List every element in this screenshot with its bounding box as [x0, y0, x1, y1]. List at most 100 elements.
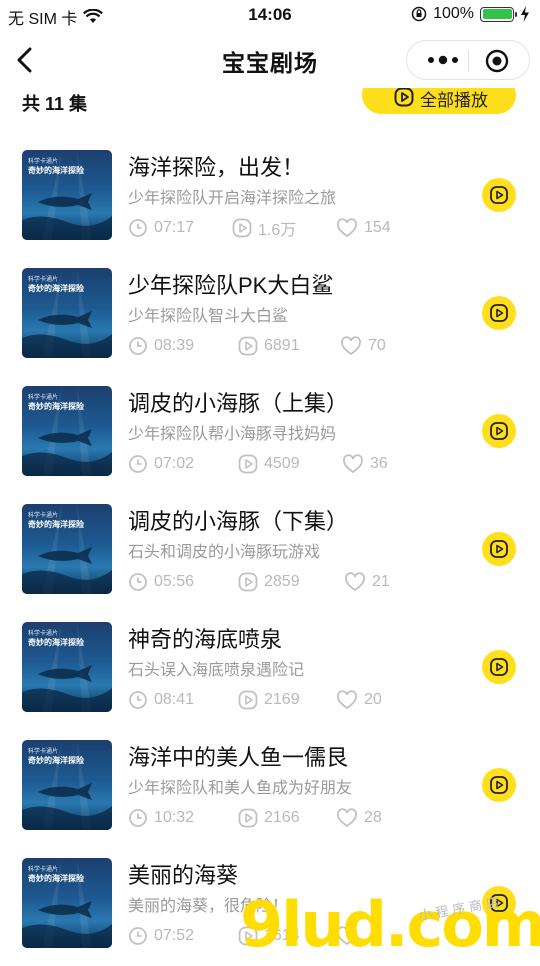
like-count-text: 28: [364, 809, 382, 826]
close-mini-program-icon[interactable]: [481, 49, 513, 73]
cover-subtitle: 科学卡通片: [28, 749, 59, 755]
episode-desc: 少年探险队帮小海豚寻找妈妈: [128, 426, 337, 443]
heart-icon: [337, 926, 357, 946]
play-count-text: 4509: [264, 455, 300, 472]
episode-item[interactable]: 科学卡通片 奇妙的海洋探险 调皮的小海豚（下集） 石头和调皮的小海豚玩游戏 05…: [0, 494, 540, 612]
play-all-button[interactable]: 全部播放: [362, 88, 516, 114]
episode-item[interactable]: 科学卡通片 奇妙的海洋探险 神奇的海底喷泉 石头误入海底喷泉遇险记 08:41 …: [0, 612, 540, 730]
list-header: 共 11 集 全部播放: [0, 88, 540, 116]
play-count: 1.6万: [232, 216, 296, 240]
episode-title: 调皮的小海豚（上集）: [128, 391, 349, 416]
episode-cover: 科学卡通片 奇妙的海洋探险: [22, 622, 112, 712]
cover-title: 奇妙的海洋探险: [28, 284, 84, 293]
like-count[interactable]: 28: [336, 806, 382, 830]
episode-desc: 少年探险队智斗大白鲨: [128, 308, 289, 325]
capsule-divider: [468, 50, 469, 72]
heart-icon: [343, 454, 363, 474]
play-count-text: 6891: [264, 337, 300, 354]
like-count[interactable]: 21: [344, 570, 390, 594]
like-count[interactable]: 36: [342, 452, 388, 476]
like-count[interactable]: 154: [336, 216, 391, 240]
more-icon[interactable]: [423, 49, 463, 71]
play-count-text: 1.6万: [258, 222, 297, 239]
duration: 05:56: [128, 570, 194, 594]
play-button[interactable]: [482, 768, 516, 802]
episode-desc: 石头误入海底喷泉遇险记: [128, 662, 305, 679]
duration-text: 10:32: [154, 809, 195, 826]
episode-item[interactable]: 科学卡通片 奇妙的海洋探险 海洋探险，出发！ 少年探险队开启海洋探险之旅 07:…: [0, 140, 540, 258]
duration-text: 05:56: [154, 573, 195, 590]
clock-icon: [129, 337, 147, 355]
play-count: 4509: [238, 452, 300, 476]
episode-item[interactable]: 科学卡通片 奇妙的海洋探险 海洋中的美人鱼一儒艮 少年探险队和美人鱼成为好朋友 …: [0, 730, 540, 848]
like-count-text: 20: [364, 691, 382, 708]
play-button[interactable]: [482, 414, 516, 448]
clock-icon: [129, 455, 147, 473]
play-all-icon: [394, 88, 414, 107]
duration-text: 08:39: [154, 337, 195, 354]
episode-count: 共 11 集: [22, 94, 88, 114]
cover-title: 奇妙的海洋探险: [28, 638, 84, 647]
clock-icon: [129, 573, 147, 591]
cover-title: 奇妙的海洋探险: [28, 756, 84, 765]
cover-subtitle: 科学卡通片: [28, 631, 59, 637]
episode-cover: 科学卡通片 奇妙的海洋探险: [22, 740, 112, 830]
episode-title: 调皮的小海豚（下集）: [128, 509, 349, 534]
heart-icon: [341, 336, 361, 356]
heart-icon: [337, 690, 357, 710]
episode-title: 神奇的海底喷泉: [128, 627, 283, 652]
episode-desc: 少年探险队开启海洋探险之旅: [128, 190, 337, 207]
play-icon: [490, 422, 508, 440]
like-count-text: 36: [370, 455, 388, 472]
play-count: 2859: [238, 570, 300, 594]
play-button[interactable]: [482, 296, 516, 330]
play-button[interactable]: [482, 650, 516, 684]
play-count-icon: [238, 336, 258, 356]
like-count[interactable]: 70: [340, 334, 386, 358]
cover-title: 奇妙的海洋探险: [28, 874, 84, 883]
episode-cover: 科学卡通片 奇妙的海洋探险: [22, 150, 112, 240]
episode-item[interactable]: 科学卡通片 奇妙的海洋探险 调皮的小海豚（上集） 少年探险队帮小海豚寻找妈妈 0…: [0, 376, 540, 494]
play-count-icon: [238, 572, 258, 592]
duration-text: 07:02: [154, 455, 195, 472]
play-icon: [490, 776, 508, 794]
clock-icon: [129, 691, 147, 709]
clock-icon: [129, 927, 147, 945]
shark-illustration: [38, 665, 92, 682]
play-count-text: 1614: [264, 927, 300, 944]
duration-text: 07:17: [154, 219, 195, 236]
play-count: 2169: [238, 688, 300, 712]
cover-title: 奇妙的海洋探险: [28, 402, 84, 411]
episode-title: 少年探险队PK大白鲨: [128, 273, 334, 298]
play-button[interactable]: [482, 532, 516, 566]
play-count-icon: [238, 926, 258, 946]
episode-desc: 美丽的海葵，很危险！: [128, 898, 289, 915]
play-button[interactable]: [482, 886, 516, 920]
mini-program-capsule: [406, 40, 530, 80]
duration: 08:41: [128, 688, 194, 712]
like-count[interactable]: [336, 924, 364, 948]
episode-item[interactable]: 科学卡通片 奇妙的海洋探险 少年探险队PK大白鲨 少年探险队智斗大白鲨 08:3…: [0, 258, 540, 376]
play-icon: [490, 304, 508, 322]
like-count-text: 154: [364, 219, 391, 236]
clock-icon: [129, 219, 147, 237]
duration-text: 07:52: [154, 927, 195, 944]
like-count[interactable]: 20: [336, 688, 382, 712]
status-bar: 无 SIM 卡 14:06 100%: [0, 0, 540, 30]
shark-illustration: [38, 311, 92, 328]
episode-item[interactable]: 科学卡通片 奇妙的海洋探险 美丽的海葵 美丽的海葵，很危险！ 07:52 161…: [0, 848, 540, 966]
episode-cover: 科学卡通片 奇妙的海洋探险: [22, 858, 112, 948]
duration: 10:32: [128, 806, 194, 830]
shark-illustration: [38, 429, 92, 446]
episode-list: 科学卡通片 奇妙的海洋探险 海洋探险，出发！ 少年探险队开启海洋探险之旅 07:…: [0, 140, 540, 966]
episode-title: 美丽的海葵: [128, 863, 239, 888]
nav-bar: 宝宝剧场: [0, 32, 540, 88]
status-right: 100%: [411, 5, 530, 23]
battery-icon: [480, 6, 517, 22]
cover-subtitle: 科学卡通片: [28, 277, 59, 283]
like-count-text: 21: [372, 573, 390, 590]
clock-icon: [129, 809, 147, 827]
play-count-icon: [238, 454, 258, 474]
play-icon: [490, 894, 508, 912]
play-button[interactable]: [482, 178, 516, 212]
